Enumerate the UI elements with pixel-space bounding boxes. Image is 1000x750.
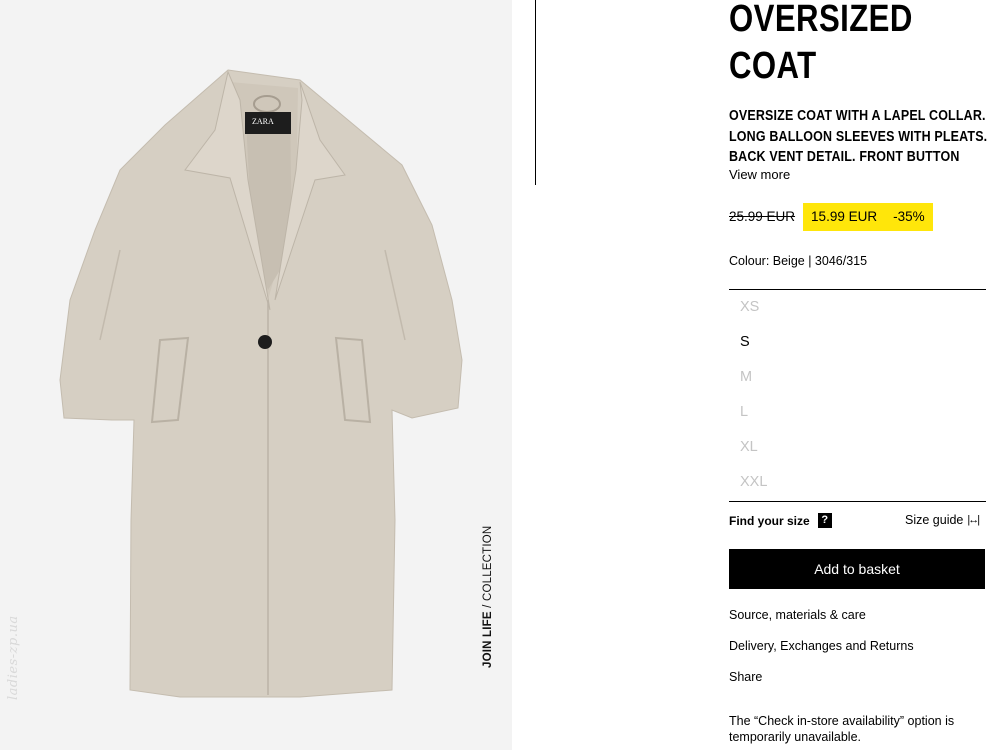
sale-badge: 15.99 EUR -35% (803, 202, 933, 231)
product-image-panel[interactable]: ZARA JOIN LIFE / COLLECTION ladies-zp.ua (0, 0, 512, 750)
find-your-size-link[interactable]: Find your size ? (729, 513, 832, 528)
desc-line-3: BACK VENT DETAIL. FRONT BUTTON (729, 149, 960, 165)
size-option-m[interactable]: M (729, 360, 986, 395)
size-guide-label: Size guide (905, 513, 964, 527)
coat-image: ZARA (59, 69, 463, 698)
find-size-label: Find your size (729, 513, 810, 528)
price-row: 25.99 EUR 15.99 EUR -35% (729, 202, 933, 231)
sale-price: 15.99 EUR (811, 209, 878, 224)
size-option-s[interactable]: S (729, 325, 986, 360)
ruler-icon: |↔| (967, 514, 980, 526)
title-line-2: COAT (729, 45, 817, 87)
delivery-returns-link[interactable]: Delivery, Exchanges and Returns (729, 639, 914, 653)
title-line-1: OVERSIZED (729, 0, 913, 40)
old-price: 25.99 EUR (729, 209, 796, 224)
product-title: OVERSIZED COAT (729, 0, 913, 90)
size-option-l[interactable]: L (729, 395, 986, 430)
brand-label-text: ZARA (252, 117, 274, 126)
collection-rest: / COLLECTION (482, 525, 494, 612)
collection-tag: JOIN LIFE / COLLECTION (482, 526, 494, 668)
view-more-link[interactable]: View more (729, 167, 790, 182)
collection-bold: JOIN LIFE (482, 611, 494, 668)
share-link[interactable]: Share (729, 670, 762, 684)
add-to-basket-button[interactable]: Add to basket (729, 549, 985, 589)
desc-line-2: LONG BALLOON SLEEVES WITH PLEATS. (729, 128, 988, 145)
size-selector: XS S M L XL XXL (729, 289, 986, 502)
size-guide-link[interactable]: Size guide |↔| (905, 513, 980, 527)
divider-line (535, 0, 536, 185)
size-option-xl[interactable]: XL (729, 430, 986, 465)
help-icon: ? (817, 513, 832, 528)
store-availability-notice: The “Check in-store availability” option… (729, 714, 955, 744)
colour-info: Colour: Beige | 3046/315 (729, 254, 868, 268)
size-option-xs[interactable]: XS (729, 290, 986, 325)
product-description: OVERSIZE COAT WITH A LAPEL COLLAR. LONG … (729, 106, 996, 168)
watermark: ladies-zp.ua (6, 615, 21, 700)
size-option-xxl[interactable]: XXL (729, 465, 986, 500)
discount-percent: -35% (893, 209, 925, 224)
materials-care-link[interactable]: Source, materials & care (729, 608, 866, 622)
desc-line-1: OVERSIZE COAT WITH A LAPEL COLLAR. (729, 108, 986, 124)
